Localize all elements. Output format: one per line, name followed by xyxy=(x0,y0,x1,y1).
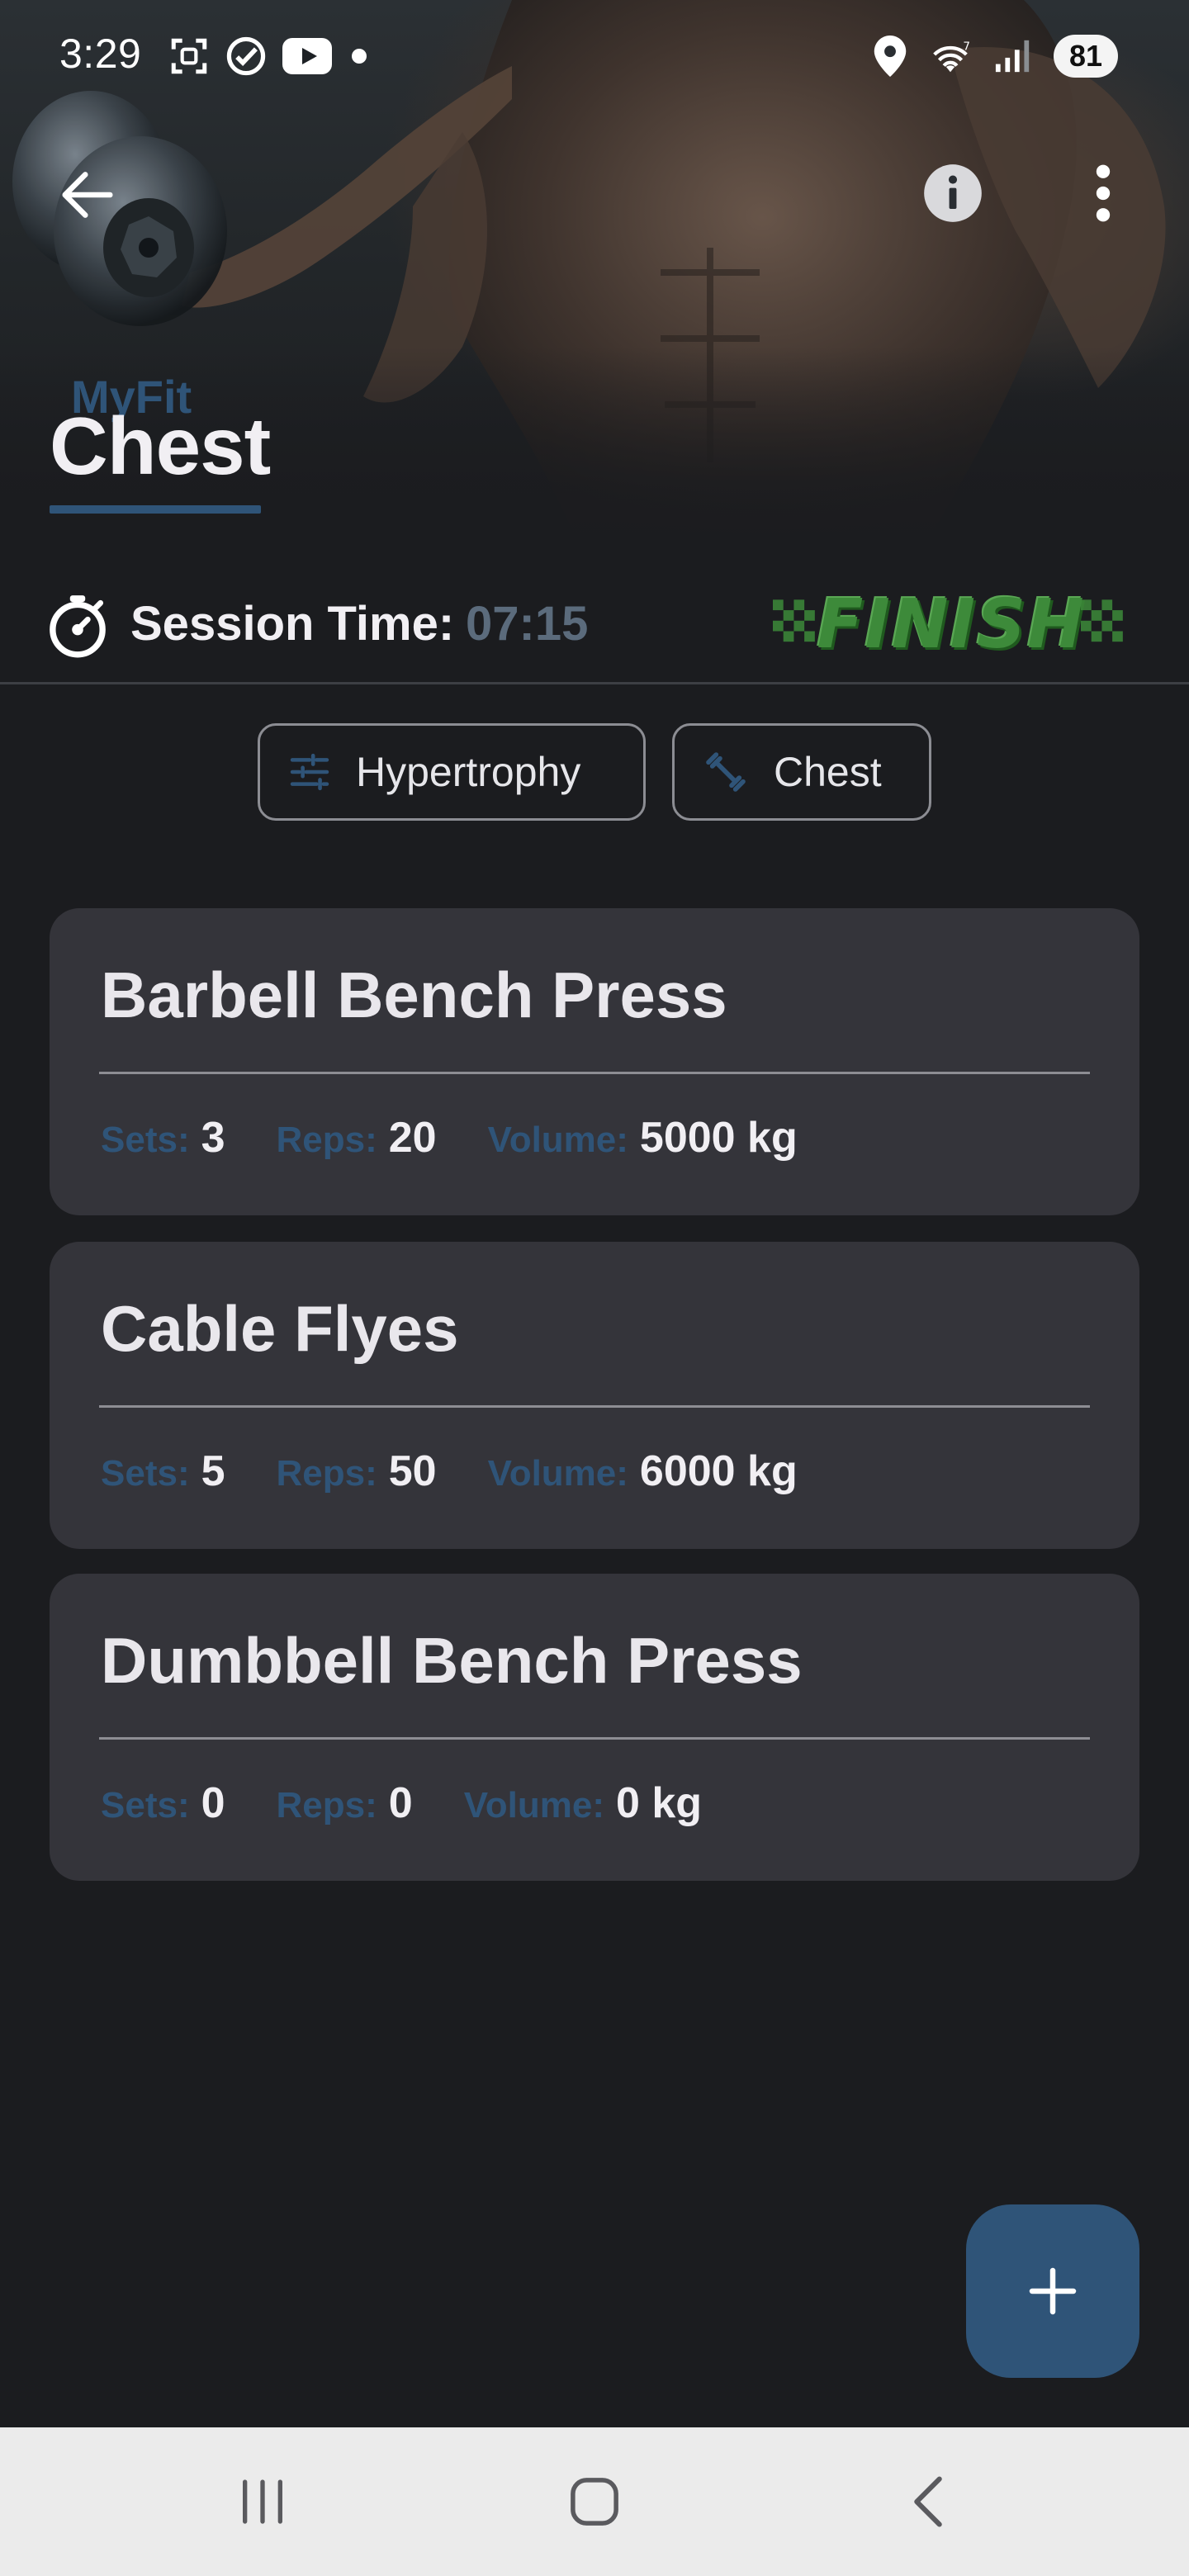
status-bar: 3:29 7 81 xyxy=(0,0,1189,112)
screenshot-icon xyxy=(171,38,207,74)
sets-value: 5 xyxy=(201,1447,225,1495)
home-icon xyxy=(571,2478,618,2526)
session-row: Session Time: 07:15 FINISH xyxy=(0,578,1189,682)
volume-value: 0 kg xyxy=(616,1779,703,1827)
reps-stat: Reps: 0 xyxy=(277,1778,413,1828)
system-nav-bar xyxy=(0,2427,1189,2576)
sets-stat: Sets: 3 xyxy=(101,1113,225,1163)
reps-value: 50 xyxy=(388,1447,437,1495)
sets-stat: Sets: 0 xyxy=(101,1778,225,1828)
goal-filter-chip[interactable]: Hypertrophy xyxy=(258,723,646,821)
exercise-stats: Sets: 5 Reps: 50 Volume: 6000 kg xyxy=(101,1447,849,1496)
volume-value: 6000 kg xyxy=(639,1447,798,1495)
muscle-filter-label: Chest xyxy=(774,749,882,795)
tune-icon xyxy=(290,753,329,791)
dot-icon xyxy=(352,49,367,64)
exercise-name: Cable Flyes xyxy=(101,1292,459,1365)
add-exercise-button[interactable] xyxy=(966,2204,1139,2378)
exercise-name: Barbell Bench Press xyxy=(101,959,727,1031)
dumbbell-icon xyxy=(706,752,746,792)
check-circle-icon xyxy=(226,36,266,76)
wifi-icon: 7 xyxy=(933,40,970,73)
title-underline xyxy=(50,505,261,514)
svg-text:7: 7 xyxy=(963,40,970,53)
volume-label: Volume: xyxy=(487,1120,628,1160)
exercise-card[interactable]: Barbell Bench Press Sets: 3 Reps: 20 Vol… xyxy=(50,908,1139,1215)
status-left-icons xyxy=(168,33,372,79)
volume-stat: Volume: 0 kg xyxy=(464,1778,702,1828)
more-vert-icon xyxy=(1096,164,1111,222)
sets-value: 3 xyxy=(201,1114,225,1162)
finish-label: FINISH xyxy=(817,585,1086,664)
stopwatch-icon xyxy=(50,595,106,658)
recents-icon xyxy=(243,2479,282,2524)
battery-indicator: 81 xyxy=(1054,35,1118,78)
reps-label: Reps: xyxy=(276,1120,377,1160)
card-divider xyxy=(99,1405,1090,1408)
exercise-stats: Sets: 3 Reps: 20 Volume: 5000 kg xyxy=(101,1113,849,1163)
info-button[interactable] xyxy=(918,159,988,228)
recents-button[interactable] xyxy=(213,2469,312,2535)
finish-button[interactable]: FINISH xyxy=(773,583,1130,665)
volume-label: Volume: xyxy=(463,1785,604,1825)
back-button[interactable] xyxy=(46,154,129,236)
checkered-flag-icon xyxy=(1080,599,1123,642)
volume-stat: Volume: 5000 kg xyxy=(488,1113,798,1163)
reps-value: 0 xyxy=(388,1779,413,1827)
session-time-value: 07:15 xyxy=(466,597,589,651)
exercise-stats: Sets: 0 Reps: 0 Volume: 0 kg xyxy=(101,1778,753,1828)
status-right-icons: 7 81 xyxy=(874,33,1118,79)
volume-stat: Volume: 6000 kg xyxy=(488,1447,798,1496)
card-divider xyxy=(99,1072,1090,1074)
reps-stat: Reps: 20 xyxy=(277,1113,437,1163)
reps-label: Reps: xyxy=(276,1453,377,1494)
info-icon xyxy=(924,164,982,222)
goal-filter-label: Hypertrophy xyxy=(356,749,581,795)
page-title: Chest xyxy=(50,400,271,491)
plus-icon xyxy=(1029,2267,1077,2315)
more-options-button[interactable] xyxy=(1073,159,1133,228)
exercise-name: Dumbbell Bench Press xyxy=(101,1624,803,1697)
session-divider xyxy=(0,682,1189,684)
back-icon xyxy=(914,2476,942,2527)
signal-icon xyxy=(995,40,1030,73)
sets-label: Sets: xyxy=(101,1453,190,1494)
home-button[interactable] xyxy=(545,2469,644,2535)
sets-value: 0 xyxy=(201,1779,225,1827)
muscle-filter-chip[interactable]: Chest xyxy=(672,723,931,821)
arrow-back-icon xyxy=(62,172,113,218)
reps-value: 20 xyxy=(388,1114,437,1162)
checkered-flag-icon xyxy=(773,599,815,642)
sets-label: Sets: xyxy=(101,1785,190,1825)
location-icon xyxy=(874,36,907,77)
volume-label: Volume: xyxy=(487,1453,628,1494)
session-time-label: Session Time: xyxy=(130,597,455,651)
sets-stat: Sets: 5 xyxy=(101,1447,225,1496)
volume-value: 5000 kg xyxy=(639,1114,798,1162)
sets-label: Sets: xyxy=(101,1120,190,1160)
reps-stat: Reps: 50 xyxy=(277,1447,437,1496)
reps-label: Reps: xyxy=(276,1785,377,1825)
status-time: 3:29 xyxy=(59,31,142,77)
nav-back-button[interactable] xyxy=(879,2469,978,2535)
youtube-icon xyxy=(282,38,332,74)
exercise-card[interactable]: Dumbbell Bench Press Sets: 0 Reps: 0 Vol… xyxy=(50,1574,1139,1881)
exercise-card[interactable]: Cable Flyes Sets: 5 Reps: 50 Volume: 600… xyxy=(50,1242,1139,1549)
card-divider xyxy=(99,1737,1090,1740)
